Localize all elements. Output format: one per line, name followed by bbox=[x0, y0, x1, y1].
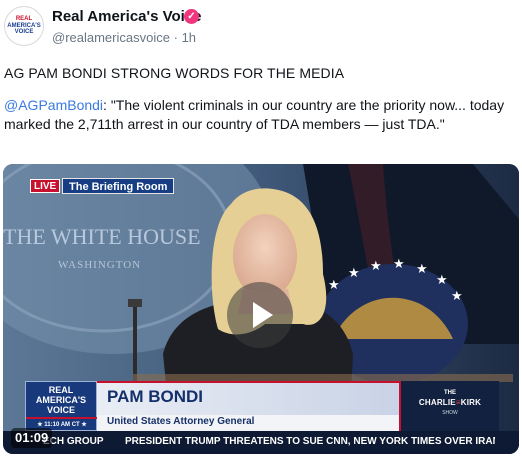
ticker-sponsor: ECH GROUP bbox=[43, 436, 104, 447]
post-header: REAL AMERICA'S VOICE Real America's Voic… bbox=[4, 6, 518, 46]
show-name-part-2: KIRK bbox=[460, 398, 482, 407]
logo-line-3: VOICE bbox=[46, 405, 75, 415]
svg-text:★: ★ bbox=[348, 265, 360, 280]
speaker-name: PAM BONDI bbox=[107, 387, 204, 406]
separator: · bbox=[173, 30, 178, 45]
svg-text:★: ★ bbox=[370, 258, 382, 273]
svg-text:★: ★ bbox=[393, 256, 405, 271]
post-time[interactable]: 1h bbox=[182, 30, 196, 45]
video-player[interactable]: THE WHITE HOUSE WASHINGTON ★ ★ ★ ★ ★ ★ ★… bbox=[3, 164, 519, 454]
svg-text:★: ★ bbox=[328, 277, 340, 292]
play-icon[interactable] bbox=[227, 282, 293, 348]
news-ticker: ECH GROUP PRESIDENT TRUMP THREATENS TO S… bbox=[3, 431, 519, 454]
author-name[interactable]: Real America's Voice bbox=[52, 8, 201, 25]
verified-badge-icon: ✓ bbox=[184, 9, 199, 24]
avatar-logo: REAL AMERICA'S VOICE bbox=[7, 16, 41, 35]
author-handle-line: @realamericasvoice · 1h bbox=[52, 30, 196, 45]
post-headline: AG PAM BONDI STRONG WORDS FOR THE MEDIA bbox=[4, 65, 345, 81]
svg-text:★: ★ bbox=[416, 261, 428, 276]
speaker-name-panel: PAM BONDI bbox=[97, 381, 399, 415]
author-handle[interactable]: @realamericasvoice bbox=[52, 30, 170, 45]
show-name: CHARLIE≡KIRK bbox=[401, 398, 499, 407]
show-logo: THE CHARLIE≡KIRK SHOW bbox=[399, 381, 499, 431]
show-prefix: THE bbox=[444, 390, 456, 396]
logo-line-1: REAL bbox=[48, 385, 74, 395]
svg-text:★: ★ bbox=[451, 288, 463, 303]
svg-text:★: ★ bbox=[436, 272, 448, 287]
backdrop-text-white-house: THE WHITE HOUSE bbox=[3, 224, 201, 249]
live-badge: LIVE bbox=[30, 179, 61, 193]
video-timestamp: 01:09 bbox=[11, 428, 53, 448]
briefing-room-label: The Briefing Room bbox=[62, 178, 175, 194]
ticker-headline: PRESIDENT TRUMP THREATENS TO SUE CNN, NE… bbox=[125, 436, 495, 447]
speaker-title-panel: United States Attorney General bbox=[97, 415, 399, 431]
post-body: @AGPamBondi: "The violent criminals in o… bbox=[4, 96, 516, 134]
show-suffix: SHOW bbox=[442, 410, 458, 416]
logo-line-2: AMERICA'S bbox=[35, 395, 87, 405]
backdrop-text-washington: WASHINGTON bbox=[58, 259, 141, 271]
channel-logo: REAL AMERICA'S VOICE ★ 11:10 AM CT ★ bbox=[25, 381, 98, 431]
show-name-part-1: CHARLIE bbox=[418, 398, 456, 407]
mention-link[interactable]: @AGPamBondi bbox=[4, 97, 103, 113]
lower-third-banner: REAL AMERICA'S VOICE ★ 11:10 AM CT ★ PAM… bbox=[25, 381, 499, 431]
avatar[interactable]: REAL AMERICA'S VOICE bbox=[4, 6, 44, 46]
speaker-title: United States Attorney General bbox=[107, 416, 255, 427]
